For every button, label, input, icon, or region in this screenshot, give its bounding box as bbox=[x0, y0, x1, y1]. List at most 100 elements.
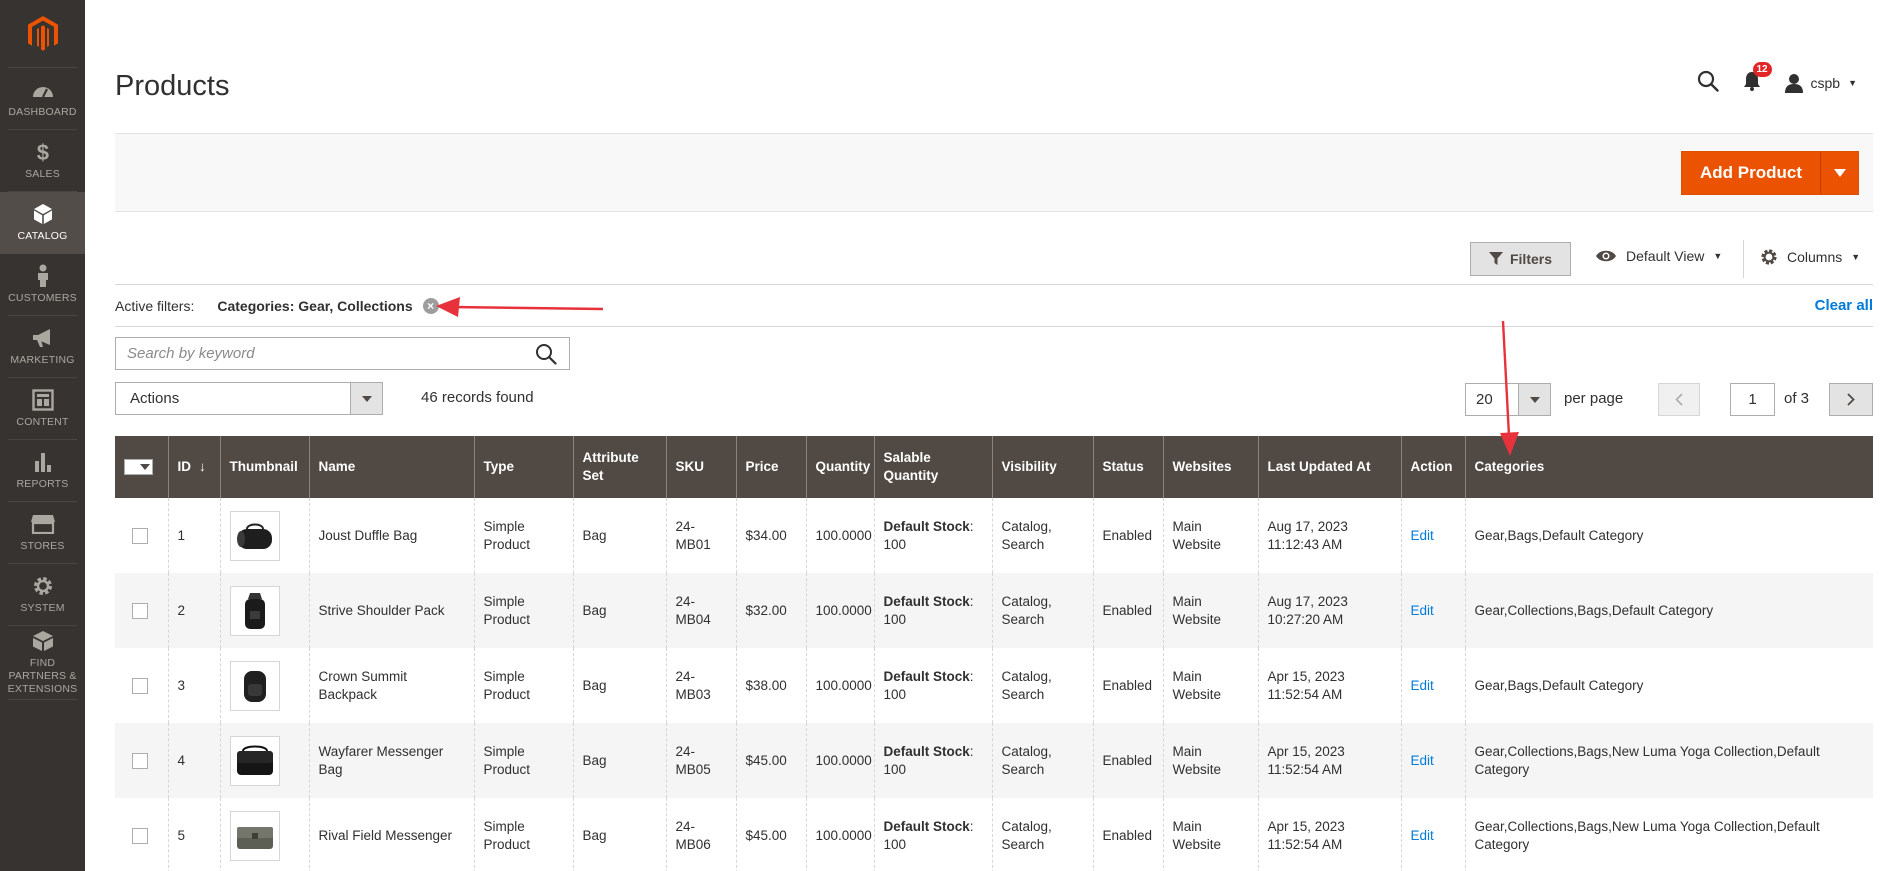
table-row[interactable]: 2 Strive Shoulder Pack Simple Product Bag 24… bbox=[115, 573, 1873, 648]
sidebar-item-reports[interactable]: REPORTS bbox=[8, 440, 77, 502]
column-header-last-updated[interactable]: Last Updated At bbox=[1257, 436, 1401, 498]
sidebar-item-label: CUSTOMERS bbox=[8, 292, 77, 304]
sidebar-item-system[interactable]: SYSTEM bbox=[8, 564, 77, 626]
column-header-categories[interactable]: Categories bbox=[1464, 436, 1873, 498]
column-header-price[interactable]: Price bbox=[735, 436, 806, 498]
cell-type: Simple Product bbox=[473, 573, 573, 648]
column-header-status[interactable]: Status bbox=[1092, 436, 1163, 498]
table-row[interactable]: 1 Joust Duffle Bag Simple Product Bag 24-MB0… bbox=[115, 498, 1873, 573]
search-icon[interactable] bbox=[1697, 70, 1719, 95]
eye-icon bbox=[1596, 250, 1616, 262]
cell-salable-quantity: Default Stock: 100 bbox=[873, 648, 992, 723]
column-header-thumbnail[interactable]: Thumbnail bbox=[219, 436, 309, 498]
gear-icon bbox=[1761, 249, 1777, 265]
user-icon bbox=[1784, 73, 1803, 93]
column-header-salable-quantity[interactable]: Salable Quantity bbox=[873, 436, 992, 498]
cell-visibility: Catalog, Search bbox=[991, 648, 1093, 723]
cell-categories: Gear,Collections,Bags,New Luma Yoga Coll… bbox=[1464, 723, 1873, 798]
cell-action: Edit bbox=[1400, 798, 1465, 871]
page-number-input[interactable]: 1 bbox=[1730, 383, 1775, 416]
product-thumbnail[interactable] bbox=[229, 810, 280, 861]
cell-status: Enabled bbox=[1092, 573, 1163, 648]
cell-status: Enabled bbox=[1092, 723, 1163, 798]
row-checkbox[interactable] bbox=[132, 527, 148, 544]
column-header-quantity[interactable]: Quantity bbox=[805, 436, 874, 498]
mass-select-checkbox[interactable] bbox=[124, 459, 153, 475]
table-row[interactable]: 4 Wayfarer Messenger Bag Simple Product Bag… bbox=[115, 723, 1873, 798]
user-menu[interactable]: cspb ▼ bbox=[1784, 73, 1857, 93]
add-product-dropdown-toggle[interactable] bbox=[1820, 152, 1858, 194]
updated-date: Apr 15, 2023 bbox=[1267, 743, 1345, 759]
column-header-id[interactable]: ID ↓ bbox=[167, 436, 220, 498]
sidebar-item-label: MARKETING bbox=[10, 354, 75, 366]
row-checkbox[interactable] bbox=[132, 827, 148, 844]
cell-action: Edit bbox=[1400, 573, 1465, 648]
row-checkbox[interactable] bbox=[132, 602, 148, 619]
sidebar-item-dashboard[interactable]: DASHBOARD bbox=[8, 68, 77, 130]
cell-salable-quantity: Default Stock: 100 bbox=[873, 723, 992, 798]
per-page-select[interactable]: 20 bbox=[1465, 383, 1551, 416]
active-filter-chip: Categories: Gear, Collections × bbox=[217, 298, 439, 314]
cell-quantity: 100.0000 bbox=[805, 498, 874, 573]
layout-icon bbox=[31, 388, 54, 412]
filters-button[interactable]: Filters bbox=[1470, 242, 1571, 276]
edit-link[interactable]: Edit bbox=[1411, 753, 1434, 768]
cell-thumbnail bbox=[219, 723, 309, 798]
column-header-name[interactable]: Name bbox=[308, 436, 474, 498]
table-row[interactable]: 5 Rival Field Messenger Simple Product Bag 2… bbox=[115, 798, 1873, 871]
column-header-visibility[interactable]: Visibility bbox=[991, 436, 1093, 498]
sidebar-item-find[interactable]: FIND PARTNERS & EXTENSIONS bbox=[8, 626, 77, 700]
username: cspb bbox=[1810, 74, 1841, 91]
row-checkbox[interactable] bbox=[132, 677, 148, 694]
edit-link[interactable]: Edit bbox=[1411, 828, 1434, 843]
product-thumbnail[interactable] bbox=[229, 735, 280, 786]
cell-price: $38.00 bbox=[735, 648, 806, 723]
edit-link[interactable]: Edit bbox=[1411, 528, 1434, 543]
search-input[interactable] bbox=[116, 338, 523, 369]
sidebar-item-content[interactable]: CONTENT bbox=[8, 378, 77, 440]
stock-source-label: Default Stock bbox=[883, 668, 970, 684]
stock-value: 100 bbox=[883, 761, 907, 777]
cell-last-updated: Apr 15, 2023 11:52:54 AM bbox=[1257, 798, 1401, 871]
updated-date: Apr 15, 2023 bbox=[1267, 668, 1345, 684]
per-page-label: per page bbox=[1564, 390, 1624, 407]
product-thumbnail[interactable] bbox=[229, 585, 280, 636]
columns-selector[interactable]: Columns ▼ bbox=[1760, 248, 1860, 266]
chevron-down-icon: ▼ bbox=[1713, 251, 1723, 261]
toolbar-divider bbox=[1743, 240, 1744, 278]
updated-date: Aug 17, 2023 bbox=[1267, 593, 1348, 609]
table-row[interactable]: 3 Crown Summit Backpack Simple Product Bag 2… bbox=[115, 648, 1873, 723]
column-header-type[interactable]: Type bbox=[473, 436, 573, 498]
sidebar-item-label: SALES bbox=[25, 168, 60, 180]
mass-actions-select[interactable]: Actions bbox=[115, 382, 383, 415]
previous-page-button[interactable] bbox=[1658, 383, 1700, 416]
updated-date: Aug 17, 2023 bbox=[1267, 518, 1348, 534]
cell-quantity: 100.0000 bbox=[805, 573, 874, 648]
edit-link[interactable]: Edit bbox=[1411, 678, 1434, 693]
next-page-button[interactable] bbox=[1829, 383, 1873, 416]
edit-link[interactable]: Edit bbox=[1411, 603, 1434, 618]
view-selector[interactable]: Default View ▼ bbox=[1595, 248, 1722, 264]
product-thumbnail[interactable] bbox=[229, 660, 280, 711]
sidebar-item-customers[interactable]: CUSTOMERS bbox=[8, 254, 77, 316]
updated-time: 11:52:54 AM bbox=[1267, 761, 1343, 777]
column-header-websites[interactable]: Websites bbox=[1162, 436, 1258, 498]
sidebar-item-stores[interactable]: STORES bbox=[8, 502, 77, 564]
remove-filter-icon[interactable]: × bbox=[422, 298, 439, 314]
column-header-sku[interactable]: SKU bbox=[665, 436, 736, 498]
column-header-attribute-set[interactable]: Attribute Set bbox=[572, 436, 666, 498]
sidebar-item-marketing[interactable]: MARKETING bbox=[8, 316, 77, 378]
cell-action: Edit bbox=[1400, 723, 1465, 798]
cell-price: $45.00 bbox=[735, 723, 806, 798]
sidebar-item-sales[interactable]: $ SALES bbox=[8, 130, 77, 192]
notifications-button[interactable]: 12 bbox=[1743, 62, 1772, 94]
sidebar-item-catalog[interactable]: CATALOG bbox=[0, 192, 85, 254]
person-icon bbox=[36, 264, 50, 288]
product-thumbnail[interactable] bbox=[229, 510, 280, 561]
search-icon[interactable] bbox=[523, 343, 569, 365]
row-checkbox[interactable] bbox=[132, 752, 148, 769]
add-product-button[interactable]: Add Product bbox=[1682, 152, 1820, 194]
clear-all-filters-link[interactable]: Clear all bbox=[1815, 297, 1873, 314]
magento-logo[interactable] bbox=[8, 0, 77, 68]
cell-type: Simple Product bbox=[473, 498, 573, 573]
